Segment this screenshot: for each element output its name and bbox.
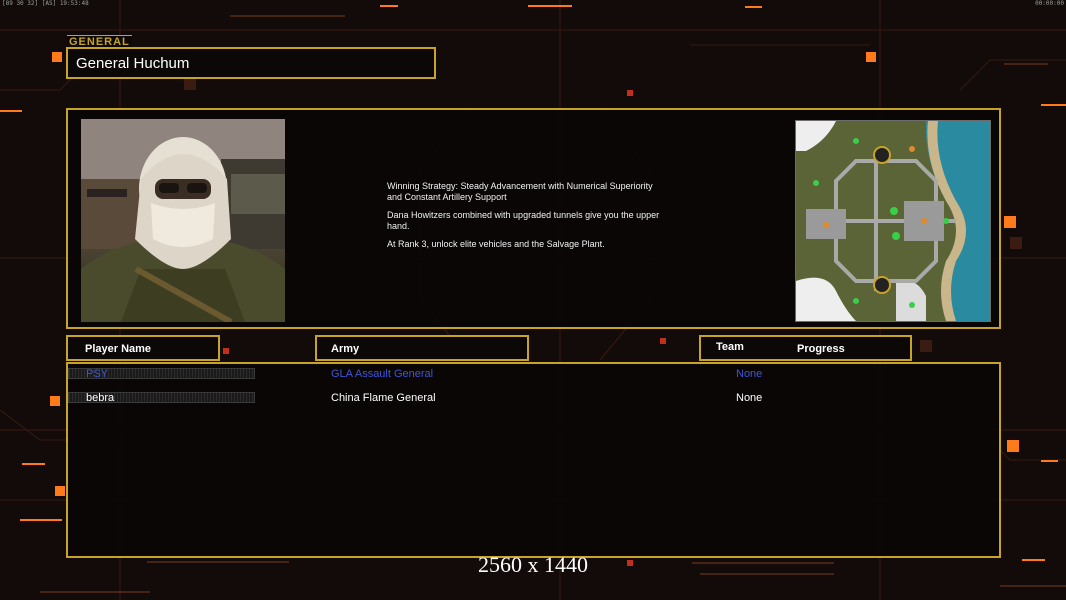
column-header-player: Player Name	[66, 335, 220, 361]
player-team: None	[736, 368, 763, 380]
column-header-progress-label: Progress	[797, 343, 845, 355]
strategy-line: Dana Howitzers combined with upgraded tu…	[387, 210, 660, 231]
strategy-line: Winning Strategy: Steady Advancement wit…	[387, 181, 653, 202]
player-team: None	[736, 392, 763, 404]
column-header-army-label: Army	[331, 343, 360, 355]
strategy-description: Winning Strategy: Steady Advancement wit…	[387, 181, 707, 257]
player-name: PSY	[86, 368, 109, 380]
status-bar-clock: 19:53:48	[59, 0, 89, 7]
column-header-team-progress: Team Progress	[699, 335, 912, 361]
status-bar-prefix: [89 30 32] [AS]	[2, 0, 57, 7]
general-info-panel: Winning Strategy: Steady Advancement wit…	[66, 108, 1001, 329]
status-bar-right: 00:00:00	[1035, 0, 1064, 7]
general-name-box: General Huchum	[66, 47, 436, 79]
column-header-player-label: Player Name	[85, 343, 152, 355]
column-header-team-label: Team	[716, 341, 744, 353]
player-army: China Flame General	[331, 392, 436, 404]
map-preview	[795, 120, 991, 322]
general-portrait	[81, 119, 285, 322]
strategy-line: At Rank 3, unlock elite vehicles and the…	[387, 239, 605, 249]
resolution-overlay: 2560 x 1440	[478, 552, 588, 577]
players-panel: PSY GLA Assault General None bebra China…	[66, 362, 1001, 558]
player-row[interactable]: PSY GLA Assault General None	[68, 368, 999, 384]
column-header-army: Army	[315, 335, 529, 361]
player-row[interactable]: bebra China Flame General None	[68, 392, 999, 408]
status-bar-left: [89 30 32] [AS] 19:53:48	[2, 0, 89, 7]
player-army: GLA Assault General	[331, 368, 434, 380]
player-name: bebra	[86, 392, 115, 404]
general-name: General Huchum	[76, 55, 190, 72]
